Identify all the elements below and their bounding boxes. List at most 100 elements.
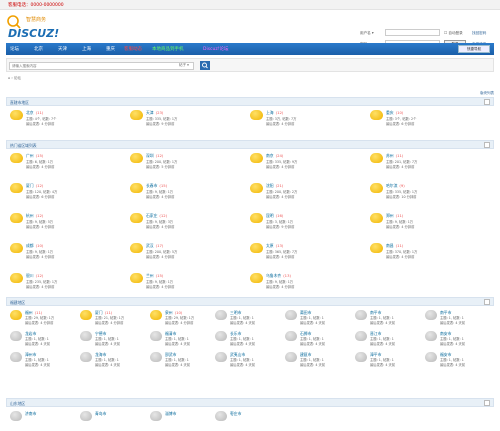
forum-last-post[interactable]: 最后发表: 4 天前 [440, 320, 465, 325]
collapse-icon[interactable] [484, 299, 490, 305]
nav-item-2[interactable]: 天津 [58, 46, 67, 52]
forum-last-post[interactable]: 最后发表: 4 天前 [230, 341, 255, 346]
forum-item[interactable]: 长乐市 主题: 1, 帖数: 1 最后发表: 4 天前 [215, 331, 270, 351]
forum-item[interactable]: 南安市 主题: 1, 帖数: 1 最后发表: 4 天前 [425, 331, 480, 351]
forum-item[interactable]: 武汉 (17) 主题: 200, 帖数: 5万 最后发表: 4 分钟前 [130, 243, 245, 269]
forum-name-text[interactable]: 武汉 [146, 243, 154, 248]
search-button[interactable] [200, 61, 210, 70]
forum-item[interactable]: 乌鲁木齐 (13) 主题: 9, 帖数: 1万 最后发表: 4 分钟前 [250, 273, 365, 299]
forum-last-post[interactable]: 最后发表: 4 分钟前 [266, 284, 294, 289]
forum-name-text[interactable]: 石家庄 [146, 213, 157, 218]
search-type-select[interactable]: 帖子 ▾ [179, 63, 189, 68]
forum-item[interactable]: 厦门 (11) 主题: 21, 帖数: 1万 最后发表: 4 分钟前 [80, 310, 135, 330]
nav-item-0[interactable]: 论坛 [10, 46, 19, 52]
forum-last-post[interactable]: 最后发表: 4 天前 [25, 362, 50, 367]
forum-last-post[interactable]: 最后发表: 6 分钟前 [26, 194, 54, 199]
forum-name[interactable]: 济南市 [25, 411, 36, 417]
forum-item[interactable]: 昆明 (16) 主题: 3, 帖数: 1万 最后发表: 9 分钟前 [250, 213, 365, 239]
forum-name-text[interactable]: 济南市 [25, 411, 36, 416]
forum-last-post[interactable]: 最后发表: 4 天前 [230, 362, 255, 367]
forum-item[interactable]: 晋江市 主题: 1, 帖数: 1 最后发表: 4 天前 [355, 331, 410, 351]
forum-item[interactable]: 上海 (12) 主题: 3万, 帖数: 7万 最后发表: 4 分钟前 [250, 110, 365, 136]
forum-last-post[interactable]: 最后发表: 4 分钟前 [146, 194, 174, 199]
forum-last-post[interactable]: 最后发表: 4 分钟前 [266, 254, 294, 259]
forum-name[interactable]: 青岛市 [95, 411, 106, 417]
forum-name-text[interactable]: 长春市 [146, 183, 157, 188]
forum-item[interactable]: 三明市 主题: 1, 帖数: 1 最后发表: 4 天前 [215, 310, 270, 330]
forum-item[interactable]: 漳州市 主题: 1, 帖数: 1 最后发表: 4 天前 [10, 352, 65, 372]
forum-item[interactable]: 太原 (13) 主题: 365, 帖数: 7万 最后发表: 4 分钟前 [250, 243, 365, 269]
forum-item[interactable]: 石狮市 主题: 1, 帖数: 1 最后发表: 4 天前 [285, 331, 340, 351]
forum-last-post[interactable]: 最后发表: 4 分钟前 [266, 164, 294, 169]
forum-last-post[interactable]: 最后发表: 4 分钟前 [165, 320, 193, 325]
forum-item[interactable]: 莆田市 主题: 1, 帖数: 1 最后发表: 4 天前 [285, 310, 340, 330]
forum-last-post[interactable]: 最后发表: 4 分钟前 [386, 164, 414, 169]
forum-name-text[interactable]: 哈尔滨 [386, 183, 397, 188]
forum-last-post[interactable]: 最后发表: 4 分钟前 [146, 254, 174, 259]
forum-item[interactable]: 石家庄 (12) 主题: 9, 帖数: 3万 最后发表: 4 分钟前 [130, 213, 245, 239]
forum-last-post[interactable]: 最后发表: 9 分钟前 [266, 224, 294, 229]
forum-name-text[interactable]: 上海 [266, 110, 274, 115]
forum-item[interactable]: 淄博市 [150, 411, 205, 431]
forum-name-text[interactable]: 重庆 [386, 110, 394, 115]
collapse-icon[interactable] [484, 142, 490, 148]
forum-last-post[interactable]: 最后发表: 6 分钟前 [386, 121, 414, 126]
forum-item[interactable]: 南昌 (11) 主题: 370, 帖数: 1万 最后发表: 4 分钟前 [370, 243, 485, 269]
forum-last-post[interactable]: 最后发表: 4 天前 [230, 320, 255, 325]
forum-last-post[interactable]: 最后发表: 9 分钟前 [146, 121, 174, 126]
forum-name-text[interactable]: 厦门 [26, 183, 34, 188]
forum-item[interactable]: 长春市 (15) 主题: 9, 帖数: 1万 最后发表: 4 分钟前 [130, 183, 245, 209]
forum-name-text[interactable]: 北京 [26, 110, 34, 115]
forum-name-text[interactable]: 南昌 [386, 243, 394, 248]
forum-last-post[interactable]: 最后发表: 4 天前 [165, 362, 190, 367]
forum-name-text[interactable]: 深圳 [146, 153, 154, 158]
forum-last-post[interactable]: 最后发表: 4 分钟前 [25, 320, 53, 325]
forum-last-post[interactable]: 最后发表: 4 天前 [300, 341, 325, 346]
forum-name-text[interactable]: 银川 [26, 273, 34, 278]
forum-item[interactable]: 天津 (23) 主题: 335, 帖数: 1万 最后发表: 9 分钟前 [130, 110, 245, 136]
forum-item[interactable]: 沈阳 (21) 主题: 200, 帖数: 2万 最后发表: 4 分钟前 [250, 183, 365, 209]
nav-item-3[interactable]: 上海 [82, 46, 91, 52]
forum-last-post[interactable]: 最后发表: 4 分钟前 [386, 224, 414, 229]
forum-item[interactable]: 苏州 (11) 主题: 201, 帖数: 7万 最后发表: 4 分钟前 [370, 153, 485, 179]
forum-item[interactable]: 龙岩市 主题: 1, 帖数: 1 最后发表: 4 天前 [10, 331, 65, 351]
forum-name-text[interactable]: 乌鲁木齐 [266, 273, 281, 278]
forum-item[interactable]: 南京 (24) 主题: 335, 帖数: 9万 最后发表: 4 分钟前 [250, 153, 365, 179]
forum-last-post[interactable]: 最后发表: 4 分钟前 [266, 194, 294, 199]
forum-item[interactable]: 重庆 (10) 主题: 3个, 帖数: 2个 最后发表: 6 分钟前 [370, 110, 485, 136]
forum-item[interactable]: 泉州 (10) 主题: 29, 帖数: 1万 最后发表: 4 分钟前 [150, 310, 205, 330]
forum-item[interactable]: 漳平市 主题: 1, 帖数: 1 最后发表: 4 天前 [355, 352, 410, 372]
forum-last-post[interactable]: 最后发表: 4 天前 [370, 320, 395, 325]
forum-item[interactable]: 南平市 主题: 1, 帖数: 1 最后发表: 4 天前 [355, 310, 410, 330]
forum-name-text[interactable]: 杭州 [26, 213, 34, 218]
forum-name-text[interactable]: 兰州 [146, 273, 154, 278]
section-title[interactable]: 福建地区 [10, 300, 25, 306]
forum-last-post[interactable]: 最后发表: 4 分钟前 [146, 284, 174, 289]
forum-last-post[interactable]: 最后发表: 4 天前 [165, 341, 190, 346]
forum-last-post[interactable]: 最后发表: 4 天前 [440, 362, 465, 367]
forum-last-post[interactable]: 最后发表: 4 分钟前 [26, 164, 54, 169]
forum-name-text[interactable]: 郑州 [386, 213, 394, 218]
forum-item[interactable]: 宁德市 主题: 1, 帖数: 1 最后发表: 4 天前 [80, 331, 135, 351]
forum-name-text[interactable]: 沈阳 [266, 183, 274, 188]
forum-name-text[interactable]: 太原 [266, 243, 274, 248]
forum-last-post[interactable]: 最后发表: 4 分钟前 [26, 224, 54, 229]
nav-item-6[interactable]: 本地商品到手机 [152, 46, 184, 52]
forum-last-post[interactable]: 最后发表: 4 天前 [300, 362, 325, 367]
forum-last-post[interactable]: 最后发表: 4 分钟前 [386, 254, 414, 259]
forum-last-post[interactable]: 最后发表: 4 分钟前 [26, 284, 54, 289]
forum-last-post[interactable]: 最后发表: 4 天前 [440, 341, 465, 346]
collapse-icon[interactable] [484, 400, 490, 406]
forum-name-text[interactable]: 昆明 [266, 213, 274, 218]
forum-item[interactable]: 福安市 主题: 1, 帖数: 1 最后发表: 4 天前 [425, 352, 480, 372]
forum-name-text[interactable]: 南京 [266, 153, 274, 158]
search-input[interactable] [9, 62, 194, 70]
forum-last-post[interactable]: 最后发表: 10 分钟前 [386, 194, 416, 199]
forum-last-post[interactable]: 最后发表: 4 天前 [95, 362, 120, 367]
forum-item[interactable]: 成都 (10) 主题: 9, 帖数: 1万 最后发表: 4 分钟前 [10, 243, 125, 269]
forum-item[interactable]: 厦门 (12) 主题: 120, 帖数: 4万 最后发表: 6 分钟前 [10, 183, 125, 209]
forum-item[interactable]: 龙海市 主题: 1, 帖数: 1 最后发表: 4 天前 [80, 352, 135, 372]
forum-item[interactable]: 济南市 [10, 411, 65, 431]
forum-last-post[interactable]: 最后发表: 4 分钟前 [95, 320, 123, 325]
forum-list-link[interactable]: 版块列表 [480, 91, 494, 96]
